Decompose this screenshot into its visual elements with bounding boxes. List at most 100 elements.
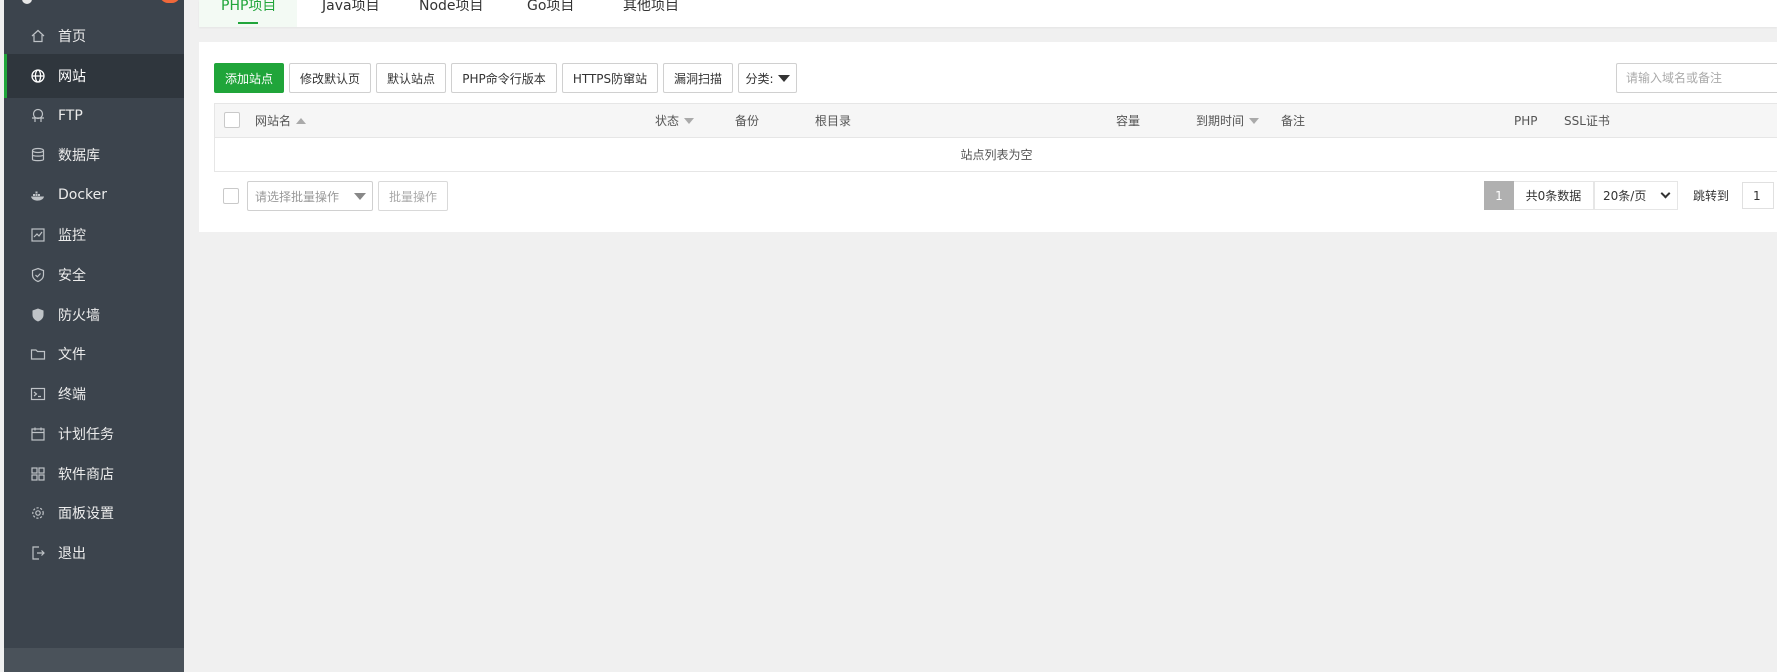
tab-label: Java项目 (322, 0, 380, 14)
tab-go-project[interactable]: Go项目 (527, 0, 574, 27)
tab-label: Go项目 (527, 0, 575, 14)
column-label: 根目录 (815, 114, 852, 128)
chevron-down-icon (1660, 188, 1671, 199)
sidebar-item-label: 监控 (58, 228, 86, 244)
tab-java-project[interactable]: Java项目 (322, 0, 380, 27)
edit-default-page-button[interactable]: 修改默认页 (289, 63, 371, 93)
caret-down-icon (354, 193, 366, 200)
terminal-icon (30, 386, 46, 402)
table-header: 网站名 状态 备份 根目录 容量 到期时间 备注 PHP SSL证书 (214, 103, 1777, 138)
monitor-icon (30, 227, 46, 243)
sidebar-item-database[interactable]: 数据库 (4, 133, 184, 177)
sidebar-item-terminal[interactable]: 终端 (4, 372, 184, 416)
sidebar-item-app-store[interactable]: 软件商店 (4, 452, 184, 496)
column-label: 备注 (1281, 114, 1306, 128)
column-label: 状态 (655, 114, 680, 128)
globe-icon (30, 68, 46, 84)
sidebar-item-firewall[interactable]: 防火墙 (4, 293, 184, 337)
footer-select-all-checkbox[interactable] (223, 188, 239, 204)
gear-icon (30, 505, 46, 521)
add-site-button[interactable]: 添加站点 (214, 63, 284, 93)
jump-to-label: 跳转到 (1693, 189, 1730, 203)
home-icon (30, 28, 46, 44)
batch-operation-select[interactable]: 请选择批量操作 (247, 181, 373, 211)
sidebar-item-label: 防火墙 (58, 308, 100, 324)
select-all-checkbox[interactable] (224, 112, 240, 128)
tab-node-project[interactable]: Node项目 (419, 0, 484, 27)
column-note: 备注 (1281, 104, 1305, 137)
sidebar-item-cron[interactable]: 计划任务 (4, 412, 184, 456)
column-root-dir: 根目录 (815, 104, 851, 137)
sidebar-item-website[interactable]: 网站 (4, 54, 184, 98)
sidebar-item-panel-settings[interactable]: 面板设置 (4, 491, 184, 535)
sort-descending-icon (1249, 117, 1260, 124)
ftp-icon (30, 108, 46, 124)
sidebar-item-security[interactable]: 安全 (4, 253, 184, 297)
search-input[interactable] (1616, 63, 1777, 93)
column-label: PHP (1514, 113, 1538, 128)
tab-php-project[interactable]: PHP项目 (199, 0, 297, 27)
page-size-value: 20条/页 (1603, 189, 1647, 203)
column-label: 到期时间 (1196, 114, 1245, 128)
sidebar-item-label: 面板设置 (58, 506, 114, 522)
vuln-scan-button[interactable]: 漏洞扫描 (663, 63, 733, 93)
sidebar-item-label: FTP (58, 108, 83, 124)
tab-other-project[interactable]: 其他项目 (623, 0, 679, 27)
project-tabs: PHP项目 Java项目 Node项目 Go项目 其他项目 (199, 0, 1777, 27)
batch-operation-button[interactable]: 批量操作 (378, 181, 448, 211)
sidebar-item-ftp[interactable]: FTP (4, 94, 184, 138)
sidebar-item-label: 数据库 (58, 148, 100, 164)
pagination-total: 共0条数据 (1514, 181, 1594, 210)
column-php: PHP (1514, 104, 1538, 137)
column-label: SSL证书 (1564, 114, 1610, 128)
logo (22, 0, 32, 4)
column-backup: 备份 (735, 104, 759, 137)
sidebar-item-home[interactable]: 首页 (4, 14, 184, 58)
pagination-current-page[interactable]: 1 (1484, 181, 1514, 210)
sidebar-item-label: Docker (58, 187, 108, 203)
category-dropdown[interactable]: 分类: (738, 63, 797, 93)
sidebar-item-label: 首页 (58, 29, 86, 45)
column-site-name[interactable]: 网站名 (255, 104, 307, 137)
sidebar-footer (4, 648, 184, 672)
calendar-icon (30, 426, 46, 442)
jump-to-page-input[interactable] (1742, 182, 1774, 209)
shield-icon (30, 267, 46, 283)
column-ssl: SSL证书 (1564, 104, 1610, 137)
firewall-icon (30, 307, 46, 323)
sidebar-item-monitor[interactable]: 监控 (4, 213, 184, 257)
table-empty-row: 站点列表为空 (214, 138, 1777, 172)
sidebar-header-strip (4, 0, 184, 5)
column-label: 容量 (1116, 114, 1141, 128)
notification-badge[interactable] (160, 0, 180, 3)
sidebar-item-label: 软件商店 (58, 467, 114, 483)
column-expiry[interactable]: 到期时间 (1196, 104, 1260, 137)
sidebar-item-label: 终端 (58, 387, 86, 403)
php-cli-version-button[interactable]: PHP命令行版本 (451, 63, 557, 93)
default-site-button[interactable]: 默认站点 (376, 63, 446, 93)
sidebar-item-logout[interactable]: 退出 (4, 531, 184, 575)
column-capacity: 容量 (1116, 104, 1140, 137)
tab-label: PHP项目 (221, 0, 277, 14)
folder-icon (30, 346, 46, 362)
category-label: 分类: (745, 71, 774, 86)
apps-grid-icon (30, 466, 46, 482)
batch-select-placeholder: 请选择批量操作 (255, 189, 340, 204)
column-status[interactable]: 状态 (655, 104, 695, 137)
sidebar-item-label: 退出 (58, 546, 86, 562)
tab-label: 其他项目 (623, 0, 679, 14)
https-protect-button[interactable]: HTTPS防窜站 (562, 63, 658, 93)
sort-ascending-icon (296, 117, 307, 124)
sidebar: 首页 网站 FTP 数据库 Docker 监控 安全 防火墙 文件 终端 计划任… (4, 0, 184, 672)
active-tab-underline (238, 22, 258, 24)
column-label: 备份 (735, 114, 760, 128)
sidebar-item-files[interactable]: 文件 (4, 332, 184, 376)
sort-descending-icon (684, 117, 695, 124)
sidebar-item-label: 网站 (58, 69, 86, 85)
database-icon (30, 147, 46, 163)
column-label: 网站名 (255, 114, 292, 128)
docker-icon (30, 187, 46, 203)
sidebar-item-docker[interactable]: Docker (4, 173, 184, 217)
tab-label: Node项目 (419, 0, 484, 14)
page-size-select[interactable]: 20条/页 (1594, 181, 1678, 210)
